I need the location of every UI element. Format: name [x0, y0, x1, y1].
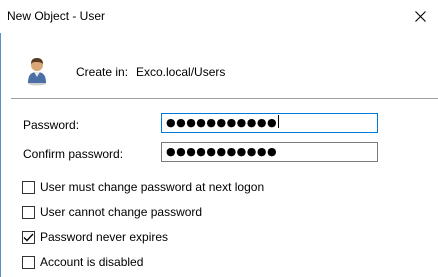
- dialog-title: New Object - User: [7, 9, 106, 23]
- confirm-password-label: Confirm password:: [23, 147, 124, 161]
- option-must-change-password[interactable]: User must change password at next logon: [22, 179, 264, 195]
- checkmark-icon: [23, 233, 34, 241]
- password-value: ●●●●●●●●●●●: [166, 116, 278, 129]
- password-label: Password:: [23, 118, 80, 132]
- option-account-disabled[interactable]: Account is disabled: [22, 254, 143, 270]
- option-label: Password never expires: [40, 230, 169, 244]
- option-password-never-expires[interactable]: Password never expires: [22, 229, 168, 245]
- option-label: Account is disabled: [40, 255, 144, 269]
- checkbox[interactable]: [22, 255, 35, 269]
- close-button[interactable]: [404, 2, 436, 30]
- create-in-path: Exco.local/Users: [136, 65, 226, 79]
- option-label: User cannot change password: [40, 205, 203, 219]
- password-field[interactable]: ●●●●●●●●●●●: [161, 113, 378, 133]
- option-cannot-change-password[interactable]: User cannot change password: [22, 204, 202, 220]
- title-bar[interactable]: New Object - User: [0, 0, 438, 33]
- confirm-password-value: ●●●●●●●●●●●: [166, 145, 278, 158]
- divider: [11, 98, 438, 99]
- confirm-password-field[interactable]: ●●●●●●●●●●●: [161, 142, 378, 162]
- close-icon: [414, 10, 426, 22]
- text-caret: [278, 115, 280, 128]
- window-edge: [0, 0, 1, 277]
- new-object-user-dialog: New Object - User Create in: Exco.local/…: [0, 0, 438, 277]
- checkbox[interactable]: [22, 180, 35, 194]
- checkbox[interactable]: [22, 230, 35, 244]
- create-in-label: Create in:: [76, 65, 129, 79]
- checkbox[interactable]: [22, 205, 35, 219]
- option-label: User must change password at next logon: [40, 180, 265, 194]
- user-icon: [28, 58, 46, 86]
